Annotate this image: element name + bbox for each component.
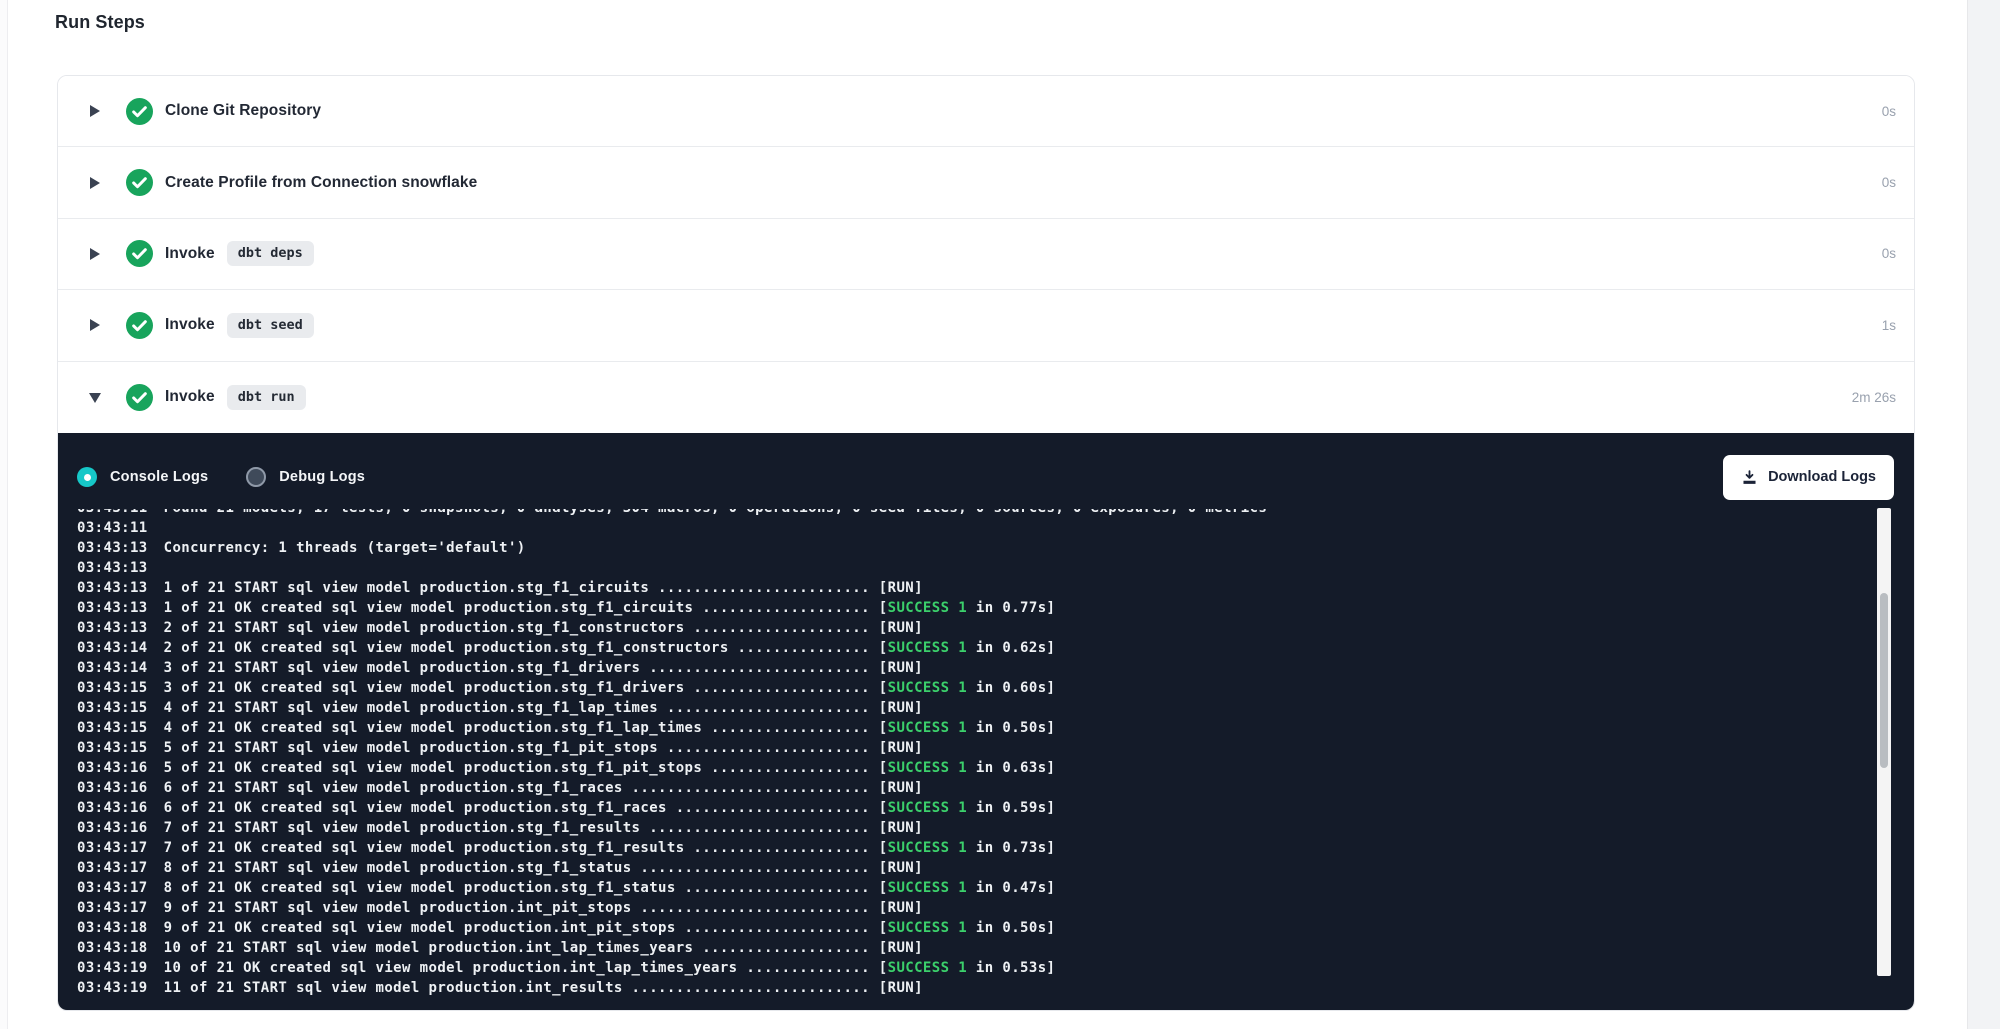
download-logs-label: Download Logs (1768, 469, 1876, 485)
step-label: Invoke (165, 316, 215, 334)
log-line: 03:43:154 of 21 START sql view model pro… (77, 698, 1914, 718)
step-list: Clone Git Repository 0s Create Profile f… (58, 76, 1914, 433)
log-line: 03:43:131 of 21 OK created sql view mode… (77, 598, 1914, 618)
page-right-gutter (1967, 0, 2000, 1029)
log-line: 03:43:177 of 21 OK created sql view mode… (77, 838, 1914, 858)
step-command-badge: dbt run (227, 385, 306, 410)
log-line: 03:43:167 of 21 START sql view model pro… (77, 818, 1914, 838)
log-line: 03:43:13Concurrency: 1 threads (target='… (77, 538, 1914, 558)
step-duration: 0s (1882, 246, 1896, 261)
log-line: 03:43:1911 of 21 START sql view model pr… (77, 978, 1914, 998)
step-row[interactable]: Invoke dbt deps 0s (58, 219, 1914, 290)
log-line: 03:43:11Found 21 models, 17 tests, 0 sna… (77, 509, 1914, 518)
step-duration: 0s (1882, 104, 1896, 119)
log-line: 03:43:11 (77, 518, 1914, 538)
log-line: 03:43:153 of 21 OK created sql view mode… (77, 678, 1914, 698)
success-check-icon (126, 384, 153, 411)
page-title: Run Steps (55, 12, 145, 33)
step-row[interactable]: Invoke dbt seed 1s (58, 290, 1914, 361)
step-label: Invoke (165, 245, 215, 263)
log-line: 03:43:1910 of 21 OK created sql view mod… (77, 958, 1914, 978)
log-type-radio-group: Console Logs Debug Logs (77, 467, 365, 487)
step-row[interactable]: Create Profile from Connection snowflake… (58, 147, 1914, 218)
log-scrollbar-thumb[interactable] (1880, 593, 1888, 768)
radio-label: Console Logs (110, 469, 208, 485)
success-check-icon (126, 98, 153, 125)
chevron-down-icon[interactable] (89, 390, 102, 404)
log-line: 03:43:1810 of 21 START sql view model pr… (77, 938, 1914, 958)
success-check-icon (126, 312, 153, 339)
tab-console-logs[interactable]: Console Logs (77, 467, 208, 487)
chevron-right-icon[interactable] (89, 247, 102, 261)
log-line: 03:43:13 (77, 558, 1914, 578)
log-line: 03:43:132 of 21 START sql view model pro… (77, 618, 1914, 638)
step-duration: 2m 26s (1852, 390, 1896, 405)
console-panel: Console Logs Debug Logs Download Logs 03… (58, 433, 1914, 1011)
radio-icon[interactable] (246, 467, 266, 487)
log-line: 03:43:178 of 21 OK created sql view mode… (77, 878, 1914, 898)
step-command-badge: dbt seed (227, 313, 314, 338)
step-duration: 0s (1882, 175, 1896, 190)
log-line: 03:43:143 of 21 START sql view model pro… (77, 658, 1914, 678)
log-line: 03:43:131 of 21 START sql view model pro… (77, 578, 1914, 598)
log-line: 03:43:178 of 21 START sql view model pro… (77, 858, 1914, 878)
chevron-right-icon[interactable] (89, 176, 102, 190)
download-icon (1741, 469, 1758, 486)
step-row[interactable]: Invoke dbt run 2m 26s (58, 362, 1914, 433)
step-row[interactable]: Clone Git Repository 0s (58, 76, 1914, 147)
log-line: 03:43:142 of 21 OK created sql view mode… (77, 638, 1914, 658)
console-header: Console Logs Debug Logs Download Logs (58, 433, 1914, 500)
panel-left-divider (0, 0, 8, 1029)
step-label: Invoke (165, 388, 215, 406)
step-duration: 1s (1882, 318, 1896, 333)
success-check-icon (126, 240, 153, 267)
chevron-right-icon[interactable] (89, 104, 102, 118)
log-line: 03:43:166 of 21 START sql view model pro… (77, 778, 1914, 798)
chevron-right-icon[interactable] (89, 318, 102, 332)
console-log-output[interactable]: 03:43:11Found 21 models, 17 tests, 0 sna… (58, 509, 1914, 1011)
step-label: Create Profile from Connection snowflake (165, 174, 477, 192)
radio-icon[interactable] (77, 467, 97, 487)
radio-label: Debug Logs (279, 469, 365, 485)
download-logs-button[interactable]: Download Logs (1723, 455, 1894, 500)
log-scrollbar[interactable] (1877, 508, 1891, 976)
success-check-icon (126, 169, 153, 196)
log-line: 03:43:155 of 21 START sql view model pro… (77, 738, 1914, 758)
log-line: 03:43:179 of 21 START sql view model pro… (77, 898, 1914, 918)
run-steps-card: Clone Git Repository 0s Create Profile f… (57, 75, 1915, 1011)
log-line: 03:43:166 of 21 OK created sql view mode… (77, 798, 1914, 818)
step-command-badge: dbt deps (227, 241, 314, 266)
log-line: 03:43:165 of 21 OK created sql view mode… (77, 758, 1914, 778)
tab-debug-logs[interactable]: Debug Logs (246, 467, 365, 487)
log-line: 03:43:189 of 21 OK created sql view mode… (77, 918, 1914, 938)
step-label: Clone Git Repository (165, 102, 321, 120)
log-line: 03:43:154 of 21 OK created sql view mode… (77, 718, 1914, 738)
